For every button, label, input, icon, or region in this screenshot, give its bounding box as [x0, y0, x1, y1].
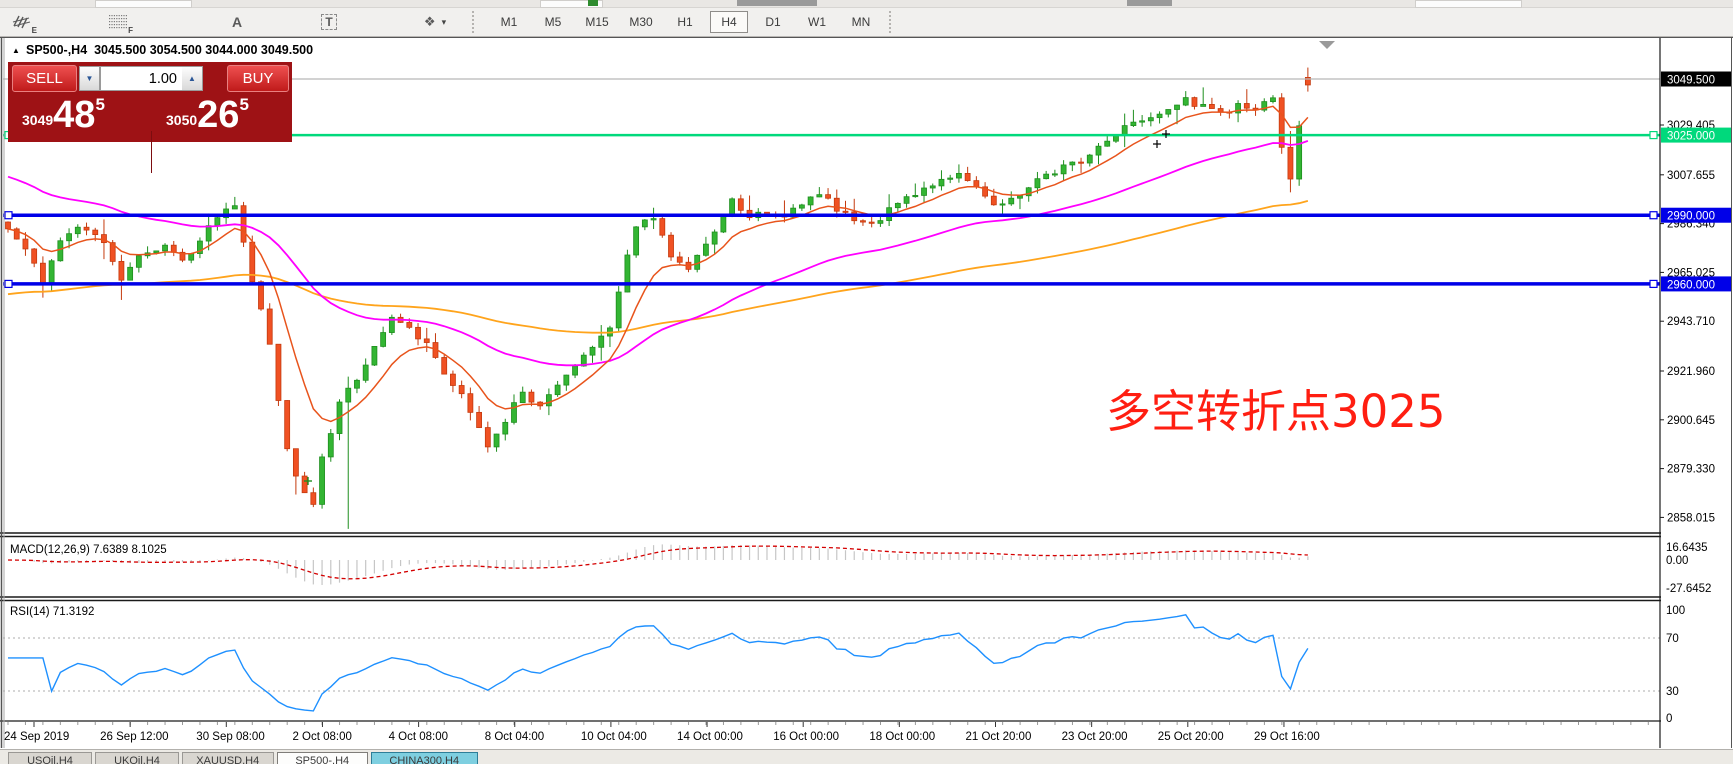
- svg-text:RSI(14) 71.3192: RSI(14) 71.3192: [10, 606, 94, 618]
- volume-decrease-button[interactable]: ▼: [79, 66, 100, 91]
- svg-text:3007.655: 3007.655: [1667, 170, 1715, 182]
- svg-text:8 Oct 04:00: 8 Oct 04:00: [485, 731, 544, 743]
- chart-toolbar: E F A T ❖▾ M1 M5 M15 M30 H1 H4 D1 W1 MN: [0, 8, 1733, 37]
- chart-window[interactable]: 多空转折点3025 MACD(12,26,9) 7.6389 8.1025 RSI(…: [0, 37, 1733, 763]
- toolbar-sliver-segment: [1127, 0, 1172, 6]
- timeframe-M15-button[interactable]: M15: [578, 11, 616, 33]
- price-divider: [151, 131, 152, 173]
- timeframe-H4-button[interactable]: H4: [710, 11, 748, 33]
- timeframe-D1-button[interactable]: D1: [754, 11, 792, 33]
- buy-price-big: 26: [197, 95, 239, 135]
- toolbar-sliver-green: [588, 0, 598, 6]
- chart-tab-CHINA300-H4[interactable]: CHINA300,H4: [371, 752, 478, 764]
- svg-text:SP500-,H4 3045.500 3054.500 3: SP500-,H4 3045.500 3054.500 3044.000 304…: [26, 43, 313, 57]
- macd-panel[interactable]: MACD(12,26,9) 7.6389 8.1025: [8, 544, 1308, 585]
- timeframe-M5-button[interactable]: M5: [534, 11, 572, 33]
- timeframe-H1-button[interactable]: H1: [666, 11, 704, 33]
- volume-input[interactable]: [100, 66, 182, 91]
- svg-text:16 Oct 00:00: 16 Oct 00:00: [773, 731, 839, 743]
- chart-annotation[interactable]: 多空转折点3025: [1106, 385, 1446, 438]
- svg-text:-27.6452: -27.6452: [1666, 583, 1711, 595]
- chart-title: ▲ SP500-,H4 3045.500 3054.500 3044.000 30…: [12, 43, 313, 57]
- chart-tab-SP500-H4[interactable]: SP500-,H4: [277, 752, 369, 764]
- svg-text:70: 70: [1666, 633, 1679, 645]
- grid-icon[interactable]: F: [104, 10, 134, 34]
- sell-price[interactable]: 3049485: [22, 95, 105, 135]
- spinner-down-icon: ▼: [86, 74, 94, 83]
- cut-toolbar-row: [0, 0, 1733, 8]
- chart-tabs-bar: USOil,H4UKOil,H4XAUUSD,H4SP500-,H4CHINA3…: [0, 749, 1733, 764]
- ma-mid-line: [8, 141, 1308, 365]
- timeframe-M30-button[interactable]: M30: [622, 11, 660, 33]
- buy-price[interactable]: 3050265: [166, 95, 249, 135]
- time-axis[interactable]: 24 Sep 2019 26 Sep 12:00 30 Sep 08:00 2 Oct…: [4, 722, 1648, 743]
- price-axis[interactable]: 3029.4053007.6552986.3402965.0252943.710…: [1660, 37, 1733, 748]
- svg-text:2858.015: 2858.015: [1667, 512, 1715, 524]
- toolbar-separator: [889, 11, 898, 33]
- svg-text:29 Oct 16:00: 29 Oct 16:00: [1254, 731, 1320, 743]
- rsi-panel[interactable]: RSI(14) 71.3192: [3, 606, 1660, 711]
- chart-tab-USOil-H4[interactable]: USOil,H4: [8, 752, 92, 764]
- svg-text:2990.000: 2990.000: [1667, 211, 1715, 223]
- ma-fast-line: [8, 106, 1308, 421]
- toolbar-separator: [472, 11, 481, 33]
- svg-text:0.00: 0.00: [1666, 555, 1688, 567]
- one-click-trading-panel: SELL ▼ ▲ BUY 3049485 3050265: [8, 62, 292, 142]
- svg-text:▲: ▲: [12, 46, 20, 55]
- svg-text:0: 0: [1666, 713, 1672, 725]
- svg-text:10 Oct 04:00: 10 Oct 04:00: [581, 731, 647, 743]
- buy-price-prefix: 3050: [166, 112, 197, 135]
- svg-text:18 Oct 00:00: 18 Oct 00:00: [869, 731, 935, 743]
- svg-text:21 Oct 20:00: 21 Oct 20:00: [966, 731, 1032, 743]
- shapes-icon[interactable]: ❖▾: [412, 10, 458, 34]
- sell-button[interactable]: SELL: [12, 65, 77, 92]
- svg-text:23 Oct 20:00: 23 Oct 20:00: [1062, 731, 1128, 743]
- timeframe-W1-button[interactable]: W1: [798, 11, 836, 33]
- svg-text:26 Sep 12:00: 26 Sep 12:00: [100, 731, 168, 743]
- svg-text:25 Oct 20:00: 25 Oct 20:00: [1158, 731, 1224, 743]
- price-chart-svg[interactable]: 多空转折点3025 MACD(12,26,9) 7.6389 8.1025 RSI(…: [0, 37, 1733, 763]
- level-line-2990[interactable]: [3, 212, 1660, 219]
- svg-text:3025.000: 3025.000: [1667, 131, 1715, 143]
- timeframe-M1-button[interactable]: M1: [490, 11, 528, 33]
- svg-text:14 Oct 00:00: 14 Oct 00:00: [677, 731, 743, 743]
- chart-tab-XAUUSD-H4[interactable]: XAUUSD,H4: [182, 752, 274, 764]
- toolbar-sliver-segment: [1415, 0, 1522, 8]
- buy-button[interactable]: BUY: [227, 65, 289, 92]
- svg-text:2921.960: 2921.960: [1667, 366, 1715, 378]
- svg-text:2943.710: 2943.710: [1667, 316, 1715, 328]
- text-label-icon[interactable]: A: [222, 10, 252, 34]
- buy-price-sup: 5: [239, 95, 248, 135]
- svg-text:2900.645: 2900.645: [1667, 415, 1715, 427]
- experts-icon[interactable]: E: [8, 10, 38, 34]
- text-box-icon[interactable]: T: [314, 10, 344, 34]
- svg-text:2879.330: 2879.330: [1667, 464, 1715, 476]
- toolbar-sliver-segment: [95, 0, 192, 8]
- svg-text:24 Sep 2019: 24 Sep 2019: [4, 731, 69, 743]
- sell-price-sup: 5: [95, 95, 104, 135]
- svg-text:2960.000: 2960.000: [1667, 279, 1715, 291]
- spinner-up-icon: ▲: [188, 74, 196, 83]
- svg-text:MACD(12,26,9) 7.6389 8.1025: MACD(12,26,9) 7.6389 8.1025: [10, 544, 167, 556]
- sell-price-big: 48: [53, 95, 95, 135]
- svg-text:3049.500: 3049.500: [1667, 75, 1715, 87]
- ma-slow-line: [8, 201, 1308, 333]
- svg-text:4 Oct 08:00: 4 Oct 08:00: [389, 731, 448, 743]
- volume-increase-button[interactable]: ▲: [182, 66, 203, 91]
- svg-text:多空转折点3025: 多空转折点3025: [1106, 385, 1446, 438]
- svg-text:16.6435: 16.6435: [1666, 542, 1708, 554]
- svg-text:100: 100: [1666, 605, 1685, 617]
- svg-text:2 Oct 08:00: 2 Oct 08:00: [292, 731, 351, 743]
- chart-tab-UKOil-H4[interactable]: UKOil,H4: [95, 752, 179, 764]
- toolbar-sliver-segment: [737, 0, 817, 6]
- sell-price-prefix: 3049: [22, 112, 53, 135]
- svg-text:30: 30: [1666, 686, 1679, 698]
- timeframe-MN-button[interactable]: MN: [842, 11, 880, 33]
- scroll-to-end-marker[interactable]: [1319, 41, 1335, 49]
- svg-text:30 Sep 08:00: 30 Sep 08:00: [196, 731, 264, 743]
